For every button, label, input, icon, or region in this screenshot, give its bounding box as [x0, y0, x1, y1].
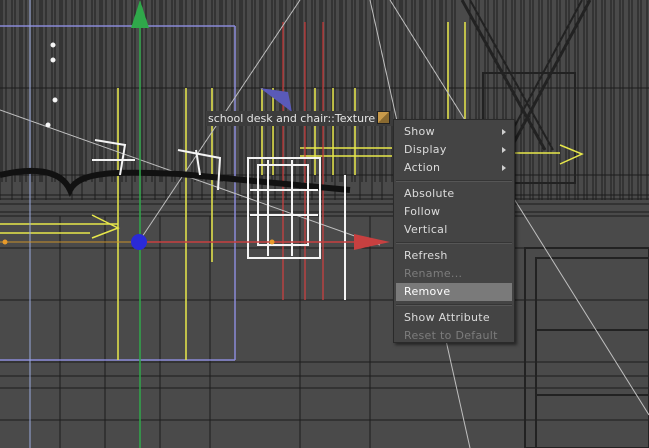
menu-item-show[interactable]: Show — [396, 123, 512, 141]
menu-separator — [396, 242, 512, 244]
tooltip-text: school desk and chair::Texture — [208, 112, 376, 125]
object-name-tooltip: school desk and chair::Texture — [206, 111, 394, 126]
menu-item-label: Remove — [404, 285, 451, 298]
menu-item-label: Absolute — [404, 187, 455, 200]
menu-item-display[interactable]: Display — [396, 141, 512, 159]
menu-item-label: Reset to Default — [404, 329, 498, 342]
menu-item-absolute[interactable]: Absolute — [396, 185, 512, 203]
menu-item-label: Vertical — [404, 223, 448, 236]
menu-item-label: Display — [404, 143, 447, 156]
menu-item-label: Show — [404, 125, 435, 138]
submenu-arrow-icon — [502, 129, 506, 135]
pivot-handle-icon — [131, 234, 147, 250]
menu-item-refresh[interactable]: Refresh — [396, 247, 512, 265]
menu-item-remove[interactable]: Remove — [396, 283, 512, 301]
submenu-arrow-icon — [502, 147, 506, 153]
menu-item-rename: Rename... — [396, 265, 512, 283]
menu-item-label: Follow — [404, 205, 441, 218]
texture-icon — [377, 111, 391, 124]
menu-item-label: Refresh — [404, 249, 448, 262]
menu-item-label: Show Attribute — [404, 311, 490, 324]
3d-viewport[interactable] — [0, 0, 649, 448]
menu-item-label: Rename... — [404, 267, 463, 280]
menu-item-label: Action — [404, 161, 441, 174]
menu-item-reset-to-default: Reset to Default — [396, 327, 512, 345]
context-menu[interactable]: Show Display Action Absolute Follow Vertical R… — [393, 119, 515, 343]
menu-item-show-attribute[interactable]: Show Attribute — [396, 309, 512, 327]
menu-separator — [396, 180, 512, 182]
menu-separator — [396, 304, 512, 306]
menu-item-action[interactable]: Action — [396, 159, 512, 177]
menu-item-follow[interactable]: Follow — [396, 203, 512, 221]
menu-item-vertical[interactable]: Vertical — [396, 221, 512, 239]
submenu-arrow-icon — [502, 165, 506, 171]
